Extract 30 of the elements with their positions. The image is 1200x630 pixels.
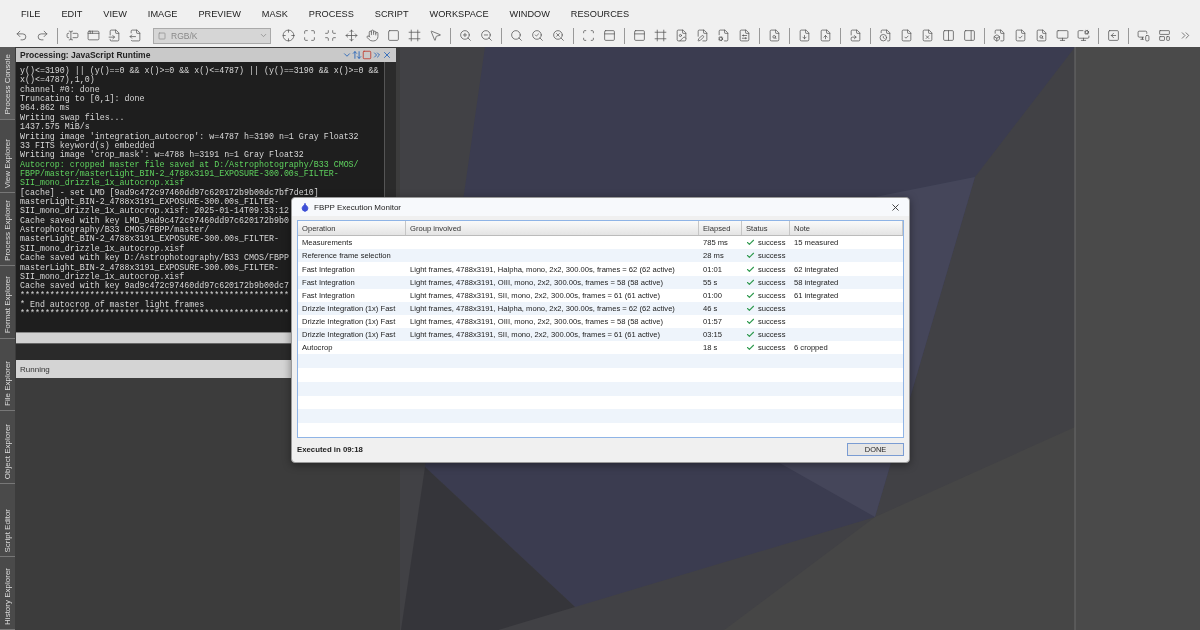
console-line: Writing swap files... xyxy=(20,112,125,123)
console-line: Astrophotography/B33 CMOS/FBPP/master/ xyxy=(20,225,210,235)
console-line: 1437.575 MiB/s xyxy=(20,122,90,132)
console-line: Writing image 'crop_mask': w=4788 h=3191 n=1 Gray Float32 xyxy=(20,150,304,160)
dialog-title: FBPP Execution Monitor xyxy=(314,202,402,212)
console-line: SII_mono_drizzle_1x_autocrop.xisf: 2025-01-14T09:33:12 xyxy=(20,206,289,216)
console-line: Truncating to [0,1]: done xyxy=(20,94,145,104)
console-line: x()<=4787),1,0) xyxy=(20,75,95,85)
console-line: masterLight_BIN-2_4788x3191_EXPOSURE-300.00s_FILTER- xyxy=(20,197,279,207)
console-line: FBPP/master/masterLight_BIN-2_4788x3191_EXPOSURE-300.00s_FILTER- xyxy=(20,168,339,179)
status-text: Running xyxy=(20,364,50,374)
console-line: Cache saved with key D:/Astrophotography/B33 CMOS/FBPP xyxy=(20,253,289,263)
console-line: masterLight_BIN-2_4788x3191_EXPOSURE-300.00s_FILTER- xyxy=(20,234,279,244)
console-line: ****************************************************** xyxy=(20,290,289,300)
console-line: [cache] - set LMD [9ad9c472c97460dd97c620172b9b00dc7bf7de10] xyxy=(20,187,319,197)
panel-title: Processing: JavaScript Runtime xyxy=(20,50,152,60)
console-line: Cache saved with key 9ad9c472c97460dd97c620172b9b00dc7 xyxy=(20,281,289,291)
console-line: SII_mono_drizzle_1x_autocrop.xisf xyxy=(20,243,185,254)
console-line: Writing image 'integration_autocrop': w=4787 h=3190 n=1 Gray Float32 xyxy=(20,131,359,141)
console-line: masterLight_BIN-2_4788x3191_EXPOSURE-300.00s_FILTER- xyxy=(20,262,279,272)
console-line: Cache saved with key LMD_9ad9c472c97460dd97c620172b9b0 xyxy=(20,215,289,225)
console-line: 964.862 ms xyxy=(20,103,70,113)
console-line: 33 FITS keyword(s) embedded xyxy=(20,140,155,151)
console-line: Autocrop: cropped master file saved at D:/Astrophotography/B33 CMOS/ xyxy=(20,159,359,169)
console-line: * End autocrop of master light frames xyxy=(20,300,205,310)
console-line: ****************************************************** xyxy=(20,309,289,319)
console-line: y()<=3190) || (y()==0 && x()>=0 && x()<=4787) || (y()==3190 && x()>=0 && xyxy=(20,66,379,76)
console-line: SII_mono_drizzle_1x_autocrop.xisf xyxy=(20,271,185,282)
console-line: SII_mono_drizzle_1x_autocrop.xisf xyxy=(20,178,185,188)
console-line: channel #0: done xyxy=(20,84,100,94)
